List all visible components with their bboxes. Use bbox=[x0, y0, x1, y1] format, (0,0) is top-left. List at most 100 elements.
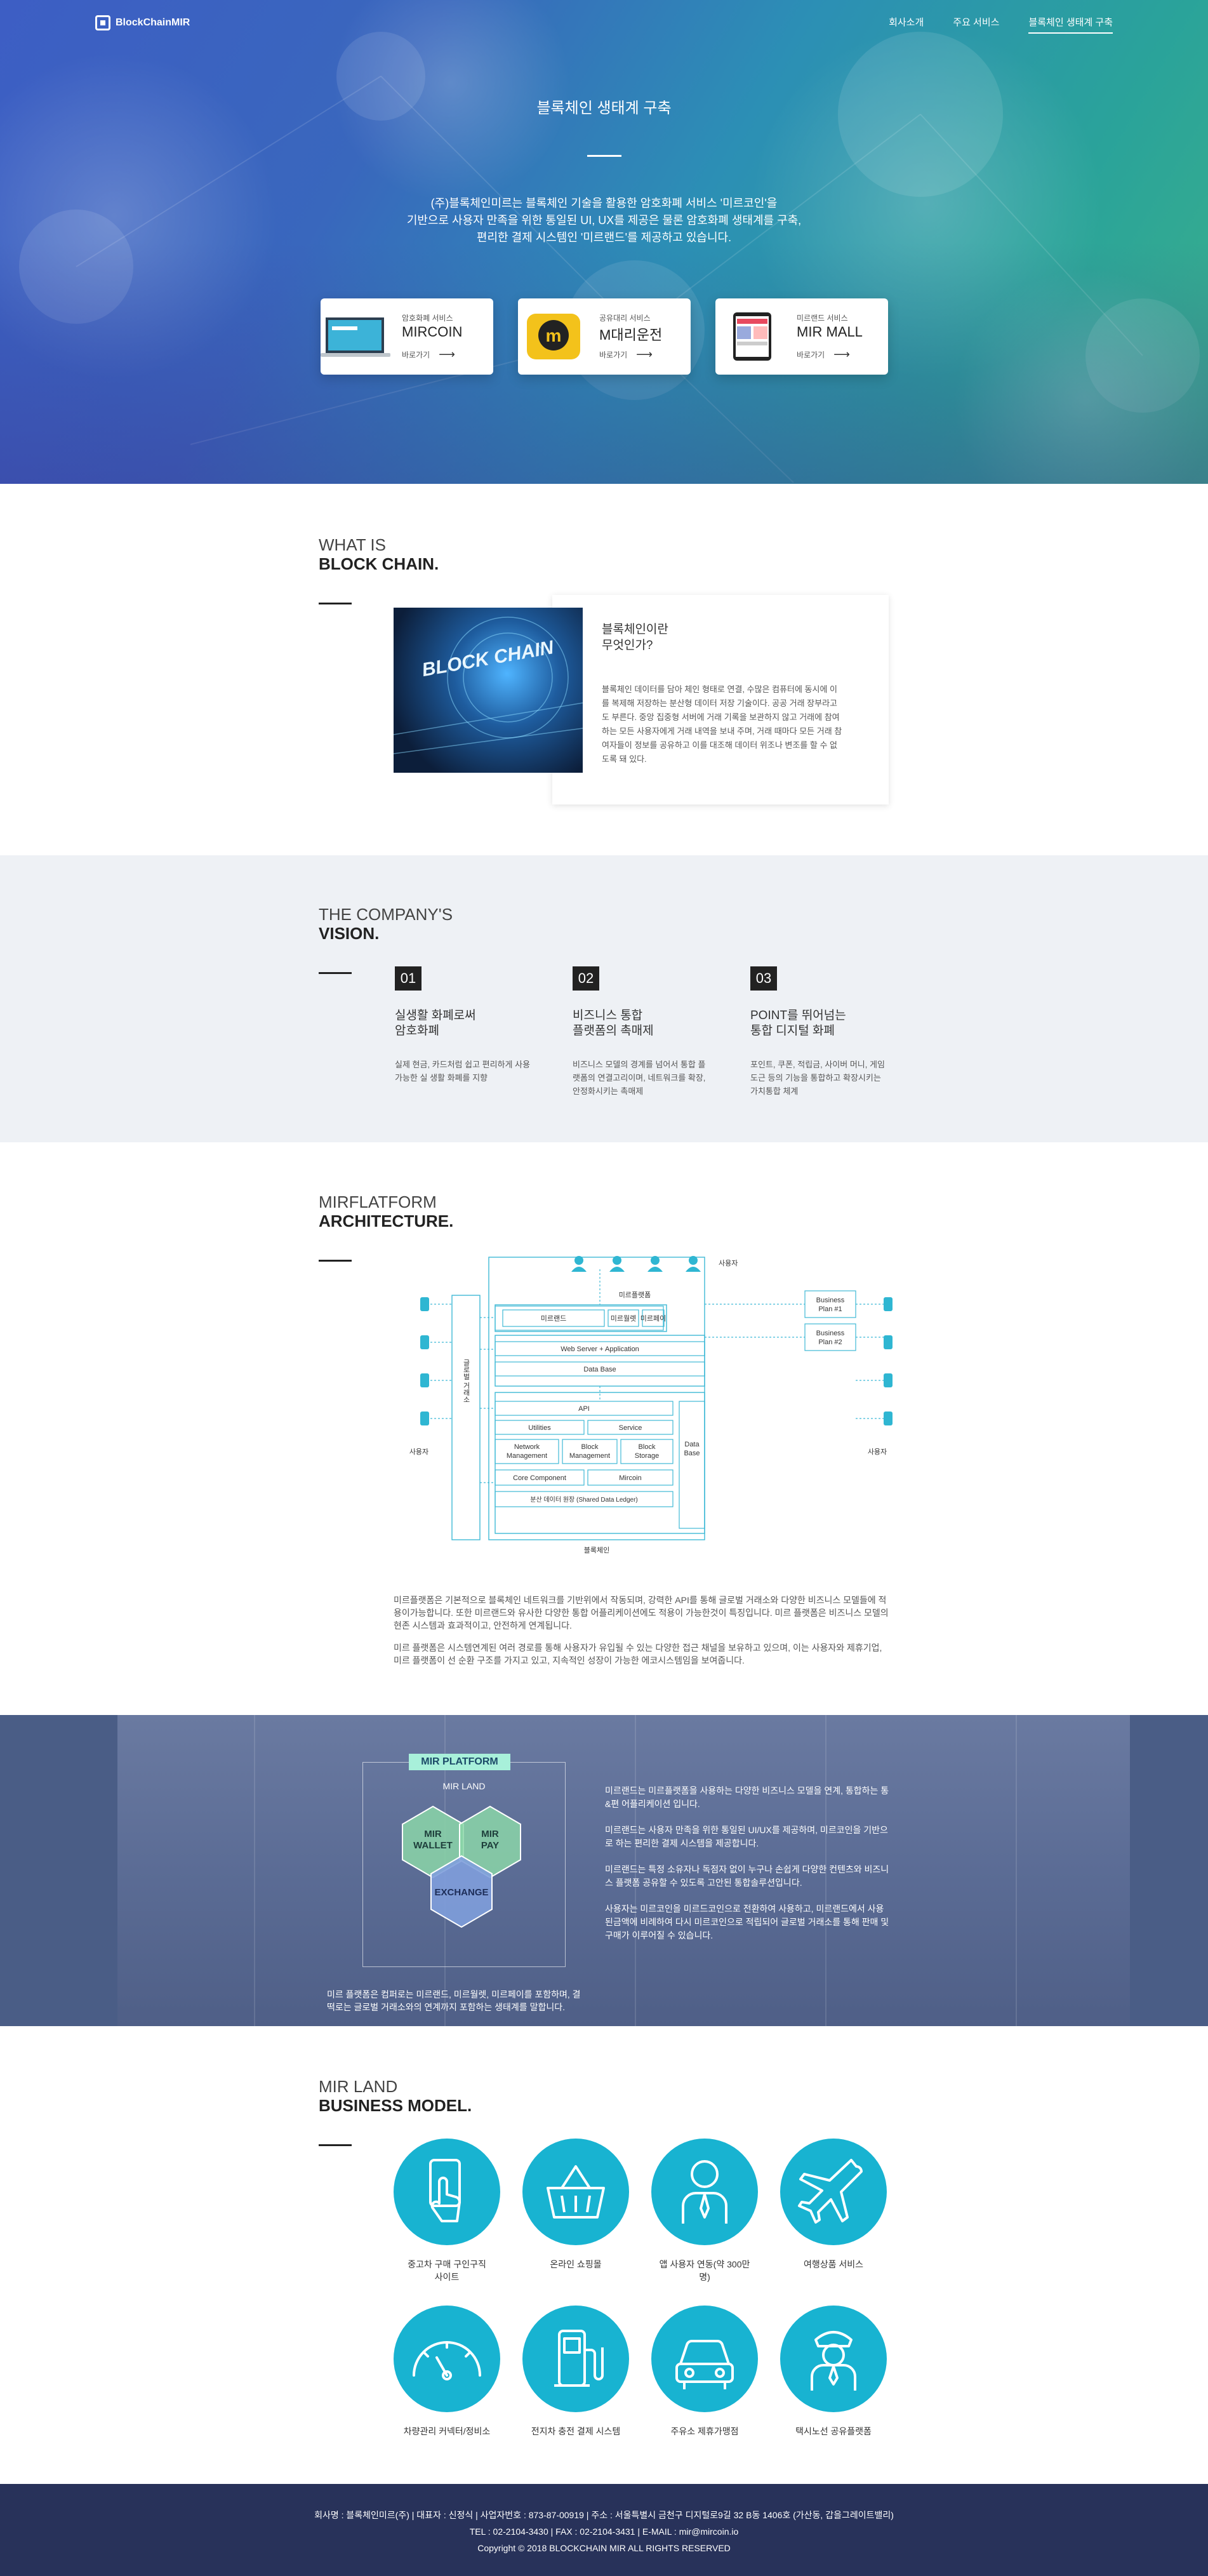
business-item: 여행상품 서비스 bbox=[770, 2139, 897, 2271]
platform-text: 미르랜드는 미르플랫폼을 사용하는 다양한 비즈니스 모델을 연계, 통합하는 … bbox=[605, 1785, 889, 1809]
platform-label: MIR PLATFORM bbox=[409, 1754, 510, 1770]
nav-services[interactable]: 주요 서비스 bbox=[953, 15, 999, 34]
service-card-mirmall[interactable]: 미르랜드 서비스 MIR MALL 바로가기 ⟶ bbox=[715, 298, 888, 375]
caption-line: 전지차 충전 결제 시스템 bbox=[531, 2426, 621, 2436]
app-icon-thumbnail: m bbox=[527, 314, 580, 359]
heading-line2: BUSINESS MODEL. bbox=[319, 2096, 472, 2115]
airplane-icon bbox=[780, 2139, 887, 2245]
hex-wallet-1: MIR bbox=[424, 1829, 442, 1839]
label-mir-platform: 미르플랫폼 bbox=[619, 1291, 651, 1299]
heading-line2: ARCHITECTURE. bbox=[319, 1211, 454, 1231]
business-caption: 주유소 제휴가맹점 bbox=[641, 2425, 768, 2438]
footer-contact: TEL : 02-2104-3430 | FAX : 02-2104-3431 … bbox=[469, 2526, 739, 2537]
caption-line: 사이트 bbox=[434, 2272, 460, 2282]
label-user-left: 사용자 bbox=[409, 1448, 428, 1456]
nav-ecosystem[interactable]: 블록체인 생태계 구축 bbox=[1028, 15, 1113, 34]
vision-title: 실생활 화폐로써 암호화폐 bbox=[395, 1008, 534, 1039]
business-item: 차량관리 커넥터/정비소 bbox=[383, 2306, 510, 2438]
vision-title-line: 비즈니스 통합 bbox=[573, 1009, 643, 1022]
box-bp1-2: Plan #1 bbox=[818, 1305, 842, 1313]
vision-title-line: 플랫폼의 촉매제 bbox=[573, 1024, 654, 1038]
box-core: Core Component bbox=[513, 1474, 566, 1482]
hand-phone-icon bbox=[394, 2139, 500, 2245]
vision-title-line: 통합 디지털 화폐 bbox=[750, 1024, 835, 1038]
business-caption: 전지차 충전 결제 시스템 bbox=[512, 2425, 639, 2438]
heading-line2: VISION. bbox=[319, 924, 380, 943]
card-title-line: 블록체인이란 bbox=[602, 623, 668, 636]
service-link[interactable]: 바로가기 ⟶ bbox=[797, 348, 850, 361]
platform-bottom-text: 미르 플랫폼은 컴퍼로는 미르랜드, 미르월렛, 미르페이를 포함하며, 결 떡… bbox=[327, 1989, 581, 2012]
architecture-diagram: 사용자 미르플랫폼 미르랜드 미르월렛 미르페이 Web Server + Ap… bbox=[409, 1256, 893, 1554]
label-blockchain: 블록체인 bbox=[584, 1546, 609, 1554]
blockchain-graphic: BLOCK CHAIN bbox=[394, 617, 583, 754]
svg-text:m: m bbox=[546, 326, 562, 345]
mir-platform-section bbox=[0, 1715, 1208, 2026]
box-bp2-2: Plan #2 bbox=[818, 1338, 842, 1346]
hex-exchange: EXCHANGE bbox=[434, 1887, 488, 1898]
speedometer-icon bbox=[394, 2306, 500, 2412]
box-utilities: Utilities bbox=[528, 1424, 551, 1432]
business-caption: 차량관리 커넥터/정비소 bbox=[383, 2425, 510, 2438]
arrow-right-icon: ⟶ bbox=[439, 348, 455, 361]
service-name: MIR MALL bbox=[797, 324, 863, 340]
ev-charger-icon bbox=[522, 2306, 629, 2412]
service-category: 미르랜드 서비스 bbox=[797, 314, 848, 323]
business-item: 앱 사용자 연동(약 300만 명) bbox=[641, 2139, 768, 2283]
service-link[interactable]: 바로가기 ⟶ bbox=[599, 348, 653, 361]
hero-section: BlockChainMIR 회사소개 주요 서비스 블록체인 생태계 구축 블록… bbox=[0, 0, 1208, 484]
service-category: 암호화폐 서비스 bbox=[402, 314, 453, 323]
blockchain-image: BLOCK CHAIN bbox=[394, 608, 583, 773]
caption-line: 택시노선 공유플랫폼 bbox=[795, 2426, 872, 2436]
service-name: M대리운전 bbox=[599, 327, 663, 343]
hero-divider bbox=[587, 155, 621, 157]
caption-line: 중고차 구매 구인구직 bbox=[408, 2259, 486, 2269]
box-bp1-1: Business bbox=[816, 1297, 845, 1304]
card-description: 블록체인 데이터를 담아 체인 형태로 연결, 수많은 컴퓨터에 동시에 이를 … bbox=[602, 684, 842, 764]
box-bp2-1: Business bbox=[816, 1330, 845, 1337]
vision-title-line: 실생활 화폐로써 bbox=[395, 1009, 476, 1022]
box-service: Service bbox=[619, 1424, 642, 1432]
business-item: 전지차 충전 결제 시스템 bbox=[512, 2306, 639, 2438]
box-db2-2: Base bbox=[684, 1450, 700, 1457]
heading-underline bbox=[319, 603, 352, 604]
box-block-storage-2: Storage bbox=[635, 1452, 660, 1460]
box-db2-1: Data bbox=[684, 1441, 700, 1448]
mirland-label: MIR LAND bbox=[442, 1781, 486, 1791]
businessman-icon bbox=[651, 2139, 758, 2245]
logo-mark-icon bbox=[95, 15, 110, 30]
brand-logo[interactable]: BlockChainMIR bbox=[95, 15, 190, 30]
heading-line1: THE COMPANY'S bbox=[319, 905, 453, 924]
box-mirland: 미르랜드 bbox=[541, 1314, 566, 1323]
hex-wallet-2: WALLET bbox=[413, 1840, 453, 1851]
service-link-label: 바로가기 bbox=[797, 350, 825, 359]
heading-line2: BLOCK CHAIN. bbox=[319, 554, 439, 573]
hero-description: (주)블록체인미르는 블록체인 기술을 활용한 암호화폐 서비스 '미르코인'을… bbox=[349, 195, 859, 246]
business-item: 택시노선 공유플랫폼 bbox=[770, 2306, 897, 2438]
vision-number: 01 bbox=[395, 966, 421, 991]
platform-hexagons: MIR WALLET MIR PAY EXCHANGE bbox=[402, 1805, 521, 1928]
caption-line: 차량관리 커넥터/정비소 bbox=[403, 2426, 491, 2436]
business-item: 온라인 쇼핑몰 bbox=[512, 2139, 639, 2271]
car-icon bbox=[651, 2306, 758, 2412]
box-block-mgmt-1: Block bbox=[581, 1443, 599, 1451]
service-card-mircoin[interactable]: 암호화폐 서비스 MIRCOIN 바로가기 ⟶ bbox=[321, 298, 493, 375]
nav-company[interactable]: 회사소개 bbox=[889, 15, 924, 34]
hex-pay-1: MIR bbox=[481, 1829, 499, 1839]
card-title: 블록체인이란 무엇인가? bbox=[602, 622, 668, 653]
service-link[interactable]: 바로가기 ⟶ bbox=[402, 348, 455, 361]
box-block-storage-1: Block bbox=[639, 1443, 656, 1451]
shopping-basket-icon bbox=[522, 2139, 629, 2245]
business-caption: 택시노선 공유플랫폼 bbox=[770, 2425, 897, 2438]
service-card-mdaeri[interactable]: m 공유대리 서비스 M대리운전 바로가기 ⟶ bbox=[518, 298, 691, 375]
architecture-heading: MIRFLATFORM ARCHITECTURE. bbox=[319, 1192, 453, 1262]
user-icon-group bbox=[571, 1256, 701, 1272]
box-ledger: 분산 데이터 원장 (Shared Data Ledger) bbox=[530, 1496, 637, 1504]
hero-desc-line: 기반으로 사용자 만족을 위한 통일된 UI, UX를 제공은 물론 암호화폐 … bbox=[406, 214, 802, 227]
caption-line: 명) bbox=[699, 2272, 710, 2282]
platform-text: 사용자는 미르코인을 미르드코인으로 전환하여 사용하고, 미르랜드에서 사용된… bbox=[605, 1904, 889, 1940]
heading-underline bbox=[319, 1260, 352, 1262]
arrow-right-icon: ⟶ bbox=[833, 348, 850, 361]
vision-item: 02 비즈니스 통합 플랫폼의 촉매제 비즈니스 모델의 경계를 넘어서 통합 플… bbox=[573, 966, 712, 1098]
main-nav: 회사소개 주요 서비스 블록체인 생태계 구축 bbox=[889, 15, 1113, 34]
vision-heading: THE COMPANY'S VISION. bbox=[319, 905, 453, 974]
